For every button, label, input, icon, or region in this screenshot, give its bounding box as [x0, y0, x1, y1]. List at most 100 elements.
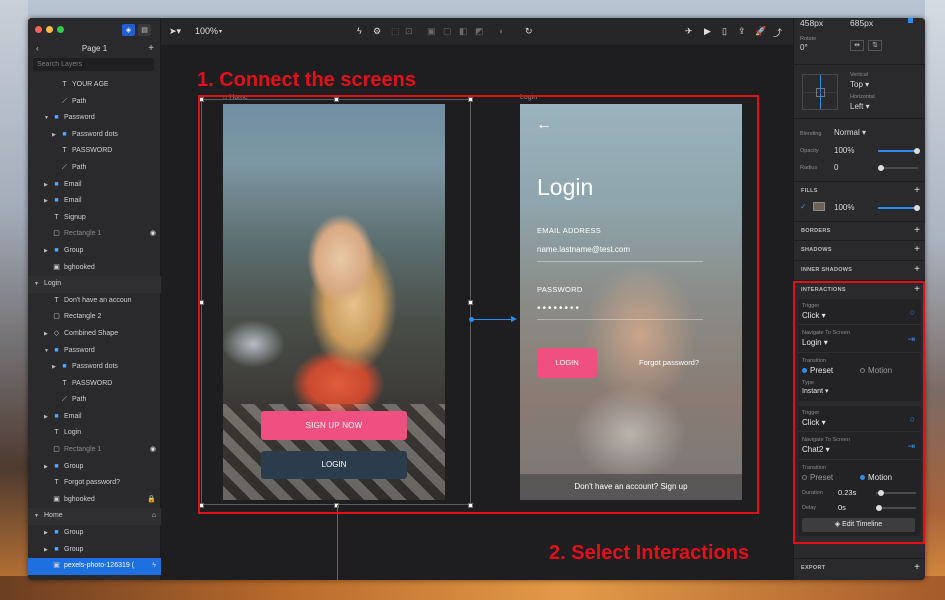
home-icon[interactable]: ⌂: [152, 508, 156, 525]
add-inner-shadow-icon[interactable]: +: [914, 264, 920, 275]
opacity-field[interactable]: 100%: [834, 146, 854, 155]
layer-row[interactable]: ▶ ■ Group: [28, 525, 161, 542]
layer-row[interactable]: ▶ ■ Group: [28, 542, 161, 559]
expand-down-icon[interactable]: ▼: [34, 276, 39, 293]
radius-slider-knob[interactable]: [878, 165, 884, 171]
radius-slider[interactable]: [878, 165, 918, 171]
layer-row[interactable]: ▶ ■ Group: [28, 459, 161, 476]
layer-row[interactable]: T Login: [28, 425, 161, 442]
search-layers-input[interactable]: [33, 58, 154, 71]
zoom-chevron-icon[interactable]: ▾: [219, 28, 222, 35]
layer-row[interactable]: ▣ bghooked: [28, 260, 161, 277]
layer-row[interactable]: T Signup: [28, 210, 161, 227]
fill-swatch[interactable]: [813, 202, 825, 211]
component-gear-icon[interactable]: ⚙: [373, 26, 381, 37]
layer-row[interactable]: ▢ Rectangle 1 ◉: [28, 226, 161, 243]
layer-row[interactable]: ▶ ■ Email: [28, 409, 161, 426]
fill-opacity-field[interactable]: 100%: [834, 203, 854, 212]
preview-play-icon[interactable]: ▶: [704, 26, 711, 37]
layer-row[interactable]: ▢ Rectangle 1 ◉: [28, 442, 161, 459]
publish-rocket-icon[interactable]: 🚀: [755, 26, 766, 37]
visibility-eye-icon[interactable]: ◉: [150, 442, 156, 459]
layer-row[interactable]: ▶ ■ Password dots: [28, 359, 161, 376]
expand-right-icon[interactable]: ▶: [44, 177, 48, 194]
pointer-tool-icon[interactable]: ➤▾: [169, 26, 181, 37]
vertical-select[interactable]: Top ▾: [850, 80, 869, 89]
layer-row[interactable]: ⟋ Path: [28, 160, 161, 177]
interaction-icon[interactable]: ✈: [685, 26, 693, 37]
expand-right-icon[interactable]: ▶: [44, 193, 48, 210]
expand-right-icon[interactable]: ▶: [44, 243, 48, 260]
layer-row[interactable]: T PASSWORD: [28, 143, 161, 160]
height-field[interactable]: 685px: [850, 18, 873, 28]
layer-row[interactable]: ▼ ■ Password: [28, 110, 161, 127]
layer-row[interactable]: ▶ ■ Password dots: [28, 127, 161, 144]
expand-down-icon[interactable]: ▼: [34, 508, 39, 525]
symbol-icon[interactable]: ◐: [499, 26, 504, 36]
add-shadow-icon[interactable]: +: [914, 244, 920, 255]
opacity-slider[interactable]: [878, 148, 920, 154]
zoom-select[interactable]: 100%: [195, 26, 218, 36]
layer-row[interactable]: T Don't have an accoun: [28, 293, 161, 310]
refresh-icon[interactable]: ↻: [525, 26, 533, 37]
fill-opacity-slider[interactable]: [878, 205, 920, 211]
share-icon[interactable]: ⇪: [738, 26, 746, 37]
zoom-window-button[interactable]: [57, 26, 64, 33]
expand-right-icon[interactable]: ▶: [44, 409, 48, 426]
blending-select[interactable]: Normal ▾: [834, 128, 866, 137]
page-title[interactable]: Page 1: [28, 44, 161, 53]
horizontal-select[interactable]: Left ▾: [850, 102, 870, 111]
layer-row[interactable]: T Forgot password?: [28, 475, 161, 492]
layers-toggle-icon[interactable]: ◈: [122, 24, 135, 36]
layer-row[interactable]: ▣ pexels-photo-126319 (ϟ: [28, 558, 161, 575]
radius-field[interactable]: 0: [834, 163, 838, 172]
expand-right-icon[interactable]: ▶: [52, 127, 56, 144]
add-export-icon[interactable]: +: [914, 562, 920, 573]
layer-row[interactable]: ▶ ■ Group: [28, 243, 161, 260]
add-page-icon[interactable]: +: [148, 43, 154, 54]
visibility-eye-icon[interactable]: ◉: [150, 226, 156, 243]
fill-enabled-checkbox[interactable]: ✓: [800, 202, 807, 211]
layer-row[interactable]: ▶ ◇ Combined Shape: [28, 326, 161, 343]
opacity-slider-knob[interactable]: [914, 148, 920, 154]
bolt-icon[interactable]: ϟ: [152, 558, 156, 575]
layer-row[interactable]: ▢ Rectangle 2: [28, 309, 161, 326]
layer-group-row[interactable]: ▼ Home ⌂: [28, 508, 161, 526]
layer-row[interactable]: ▶ ■ Email: [28, 193, 161, 210]
expand-right-icon[interactable]: ▶: [44, 326, 48, 343]
layer-row[interactable]: ▼ ■ Password: [28, 343, 161, 360]
bolt-icon[interactable]: ϟ: [357, 26, 362, 36]
expand-right-icon[interactable]: ▶: [52, 359, 56, 376]
layer-row[interactable]: ▶ ■ Email: [28, 177, 161, 194]
boolean-icon[interactable]: ◩: [475, 26, 484, 37]
layer-row[interactable]: T YOUR AGE: [28, 77, 161, 94]
expand-right-icon[interactable]: ▶: [44, 542, 48, 559]
frame-icon[interactable]: ⬚: [391, 26, 400, 37]
canvas[interactable]: ⌂ Home Login SIGN UP NOW LOGIN ← Login E…: [161, 46, 793, 580]
fill-opacity-slider-knob[interactable]: [914, 205, 920, 211]
mask-icon[interactable]: ◧: [459, 26, 468, 37]
assets-toggle-icon[interactable]: ▤: [138, 24, 151, 36]
layer-row[interactable]: ⟋ Path: [28, 94, 161, 111]
device-preview-icon[interactable]: ▯: [722, 26, 727, 37]
export-icon[interactable]: ⤴: [773, 26, 782, 39]
minimize-window-button[interactable]: [46, 26, 53, 33]
layer-row[interactable]: T PASSWORD: [28, 376, 161, 393]
layer-group-row[interactable]: ▼ Login: [28, 276, 161, 293]
flip-horizontal-icon[interactable]: ⇹: [850, 40, 864, 51]
ungroup-icon[interactable]: ▢: [443, 26, 452, 37]
width-field[interactable]: 458px: [800, 18, 823, 28]
crop-icon[interactable]: ⊡: [405, 26, 413, 37]
flip-vertical-icon[interactable]: ⇅: [868, 40, 882, 51]
lock-icon[interactable]: 🔒: [147, 492, 156, 509]
layer-row[interactable]: ▣ bghooked 🔒: [28, 492, 161, 509]
expand-down-icon[interactable]: ▼: [44, 343, 49, 360]
group-icon[interactable]: ▣: [427, 26, 436, 37]
constrain-proportions-icon[interactable]: [908, 18, 913, 23]
close-window-button[interactable]: [35, 26, 42, 33]
add-fill-icon[interactable]: +: [914, 185, 920, 196]
expand-right-icon[interactable]: ▶: [44, 459, 48, 476]
layer-row[interactable]: ⟋ Path: [28, 392, 161, 409]
expand-right-icon[interactable]: ▶: [44, 525, 48, 542]
resizing-constraint-widget[interactable]: [802, 74, 838, 110]
